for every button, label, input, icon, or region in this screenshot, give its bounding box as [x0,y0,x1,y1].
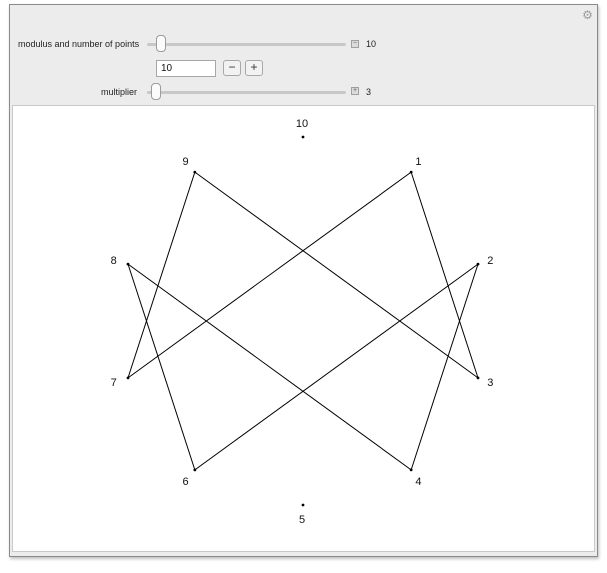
chord-line [410,263,479,471]
chord-line [127,171,196,379]
point-marker [409,170,413,174]
expand-icon[interactable]: + [351,87,359,95]
point-marker [301,135,305,139]
manipulate-panel: ⚙ modulus and number of points − 10 − + … [9,4,598,557]
plot-area: 10 1 2 3 4 5 6 7 8 9 [12,105,595,552]
point-label: 4 [415,476,421,488]
point-marker [126,262,130,266]
chord-line [194,171,479,379]
modulus-label: modulus and number of points [18,39,140,49]
point-label: 8 [111,255,117,267]
chord-line [410,171,479,379]
point-label: 7 [111,377,117,389]
point-label: 9 [183,156,189,168]
chord-line [127,263,412,471]
point-label: 5 [299,514,305,526]
modulus-input[interactable] [156,60,216,77]
expand-icon[interactable]: − [351,40,359,48]
multiplier-slider-thumb[interactable] [150,83,161,100]
increment-button[interactable]: + [245,60,263,76]
modulus-value: 10 [366,39,377,49]
modular-multiplication-graph: 10 1 2 3 4 5 6 7 8 9 [111,118,494,526]
decrement-button[interactable]: − [223,60,241,76]
modulus-slider[interactable] [147,43,346,46]
chord-line [194,263,479,471]
point-marker [193,170,197,174]
point-label: 2 [487,255,493,267]
point-label: 6 [183,476,189,488]
point-marker [476,376,480,380]
chord-line [127,171,412,379]
point-label: 1 [415,156,421,168]
point-marker [476,262,480,266]
point-marker [193,468,197,472]
chord-line [127,263,196,471]
point-marker [301,503,305,507]
point-label: 10 [296,118,308,130]
point-marker [126,376,130,380]
point-label: 3 [487,377,493,389]
modulus-slider-thumb[interactable] [156,35,167,52]
multiplier-slider[interactable] [147,91,346,94]
multiplier-label: multiplier [101,87,138,97]
gear-icon[interactable]: ⚙ [582,9,593,21]
point-marker [409,468,413,472]
multiplier-value: 3 [366,87,372,97]
